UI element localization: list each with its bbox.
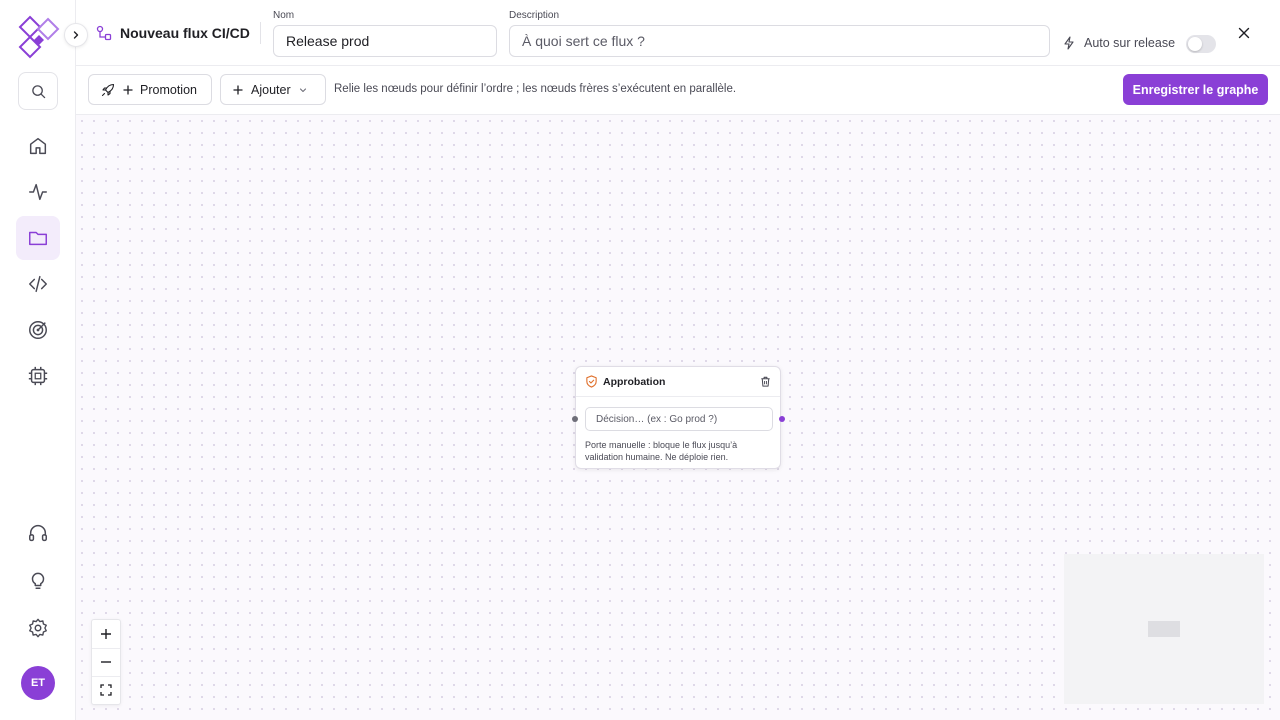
add-node-dropdown[interactable]: Ajouter bbox=[220, 74, 326, 105]
lightbulb-icon bbox=[31, 572, 45, 589]
minimap[interactable] bbox=[1064, 554, 1264, 704]
search-icon bbox=[31, 84, 45, 98]
minimap-node bbox=[1148, 621, 1180, 637]
sidebar-item-home[interactable] bbox=[16, 124, 60, 168]
auto-release-label: Auto sur release bbox=[1084, 36, 1176, 50]
node-description: Porte manuelle : bloque le flux jusqu’à … bbox=[585, 440, 738, 462]
app-logo[interactable] bbox=[16, 15, 60, 59]
toolbar-hint: Relie les nœuds pour définir l’ordre ; l… bbox=[334, 83, 737, 95]
save-graph-button[interactable]: Enregistrer le graphe bbox=[1123, 74, 1268, 105]
folder-icon bbox=[29, 231, 47, 246]
add-label: Ajouter bbox=[251, 82, 291, 97]
description-label: Description bbox=[509, 10, 560, 21]
sidebar-search-button[interactable] bbox=[18, 72, 58, 110]
gear-icon bbox=[29, 618, 47, 638]
sidebar-item-code[interactable] bbox=[16, 262, 60, 306]
graph-toolbar: Promotion Ajouter Relie les nœuds pour d… bbox=[76, 66, 1280, 115]
activity-icon bbox=[29, 183, 47, 201]
lightning-icon bbox=[1064, 36, 1074, 50]
zoom-controls bbox=[91, 619, 121, 705]
node-header: Approbation bbox=[576, 367, 780, 397]
toggle-knob bbox=[1188, 37, 1202, 51]
workflow-icon bbox=[96, 25, 112, 41]
auto-release-group: Auto sur release bbox=[1062, 36, 1175, 50]
sidebar-expand-button[interactable] bbox=[64, 23, 88, 47]
plus-icon bbox=[233, 84, 243, 95]
page-header: Nouveau flux CI/CD Nom Description Auto … bbox=[76, 0, 1280, 66]
sidebar-item-support[interactable] bbox=[16, 511, 60, 555]
approval-node[interactable]: Approbation Porte manuelle : bloque le f… bbox=[572, 366, 785, 469]
close-button[interactable] bbox=[1235, 24, 1253, 42]
input-handle[interactable] bbox=[572, 416, 578, 422]
sidebar-item-settings[interactable] bbox=[16, 606, 60, 650]
shield-check-icon bbox=[586, 375, 597, 388]
title-divider bbox=[260, 22, 261, 44]
chip-icon bbox=[28, 366, 48, 386]
decision-input[interactable] bbox=[585, 407, 773, 431]
headset-icon bbox=[29, 525, 47, 542]
code-icon bbox=[29, 275, 47, 293]
fit-view-button[interactable] bbox=[92, 676, 120, 704]
name-input[interactable] bbox=[273, 25, 497, 57]
rocket-icon bbox=[101, 83, 115, 96]
page-title: Nouveau flux CI/CD bbox=[120, 25, 250, 41]
sidebar-item-activity[interactable] bbox=[16, 170, 60, 214]
fullscreen-icon bbox=[100, 684, 112, 696]
zoom-out-button[interactable] bbox=[92, 648, 120, 676]
node-title: Approbation bbox=[603, 376, 666, 388]
promotion-label: Promotion bbox=[140, 82, 197, 97]
promotion-button[interactable]: Promotion bbox=[88, 74, 212, 105]
name-label: Nom bbox=[273, 10, 295, 21]
home-icon bbox=[29, 137, 47, 155]
minus-icon bbox=[101, 661, 111, 663]
chevron-right-icon bbox=[73, 31, 79, 39]
zoom-in-button[interactable] bbox=[92, 620, 120, 648]
sidebar: ET bbox=[0, 0, 76, 720]
description-input[interactable] bbox=[509, 25, 1050, 57]
output-handle[interactable] bbox=[779, 416, 785, 422]
plus-icon bbox=[101, 629, 111, 639]
sidebar-item-target[interactable] bbox=[16, 308, 60, 352]
user-avatar[interactable]: ET bbox=[21, 666, 55, 700]
plus-icon bbox=[123, 84, 133, 95]
sidebar-item-ideas[interactable] bbox=[16, 558, 60, 602]
sidebar-item-folder[interactable] bbox=[16, 216, 60, 260]
close-icon bbox=[1238, 27, 1250, 39]
trash-icon[interactable] bbox=[759, 375, 772, 388]
sidebar-item-chip[interactable] bbox=[16, 354, 60, 398]
target-icon bbox=[29, 321, 47, 339]
graph-canvas[interactable]: Approbation Porte manuelle : bloque le f… bbox=[76, 115, 1280, 720]
auto-release-toggle[interactable] bbox=[1186, 35, 1216, 53]
chevron-down-icon bbox=[299, 87, 306, 92]
